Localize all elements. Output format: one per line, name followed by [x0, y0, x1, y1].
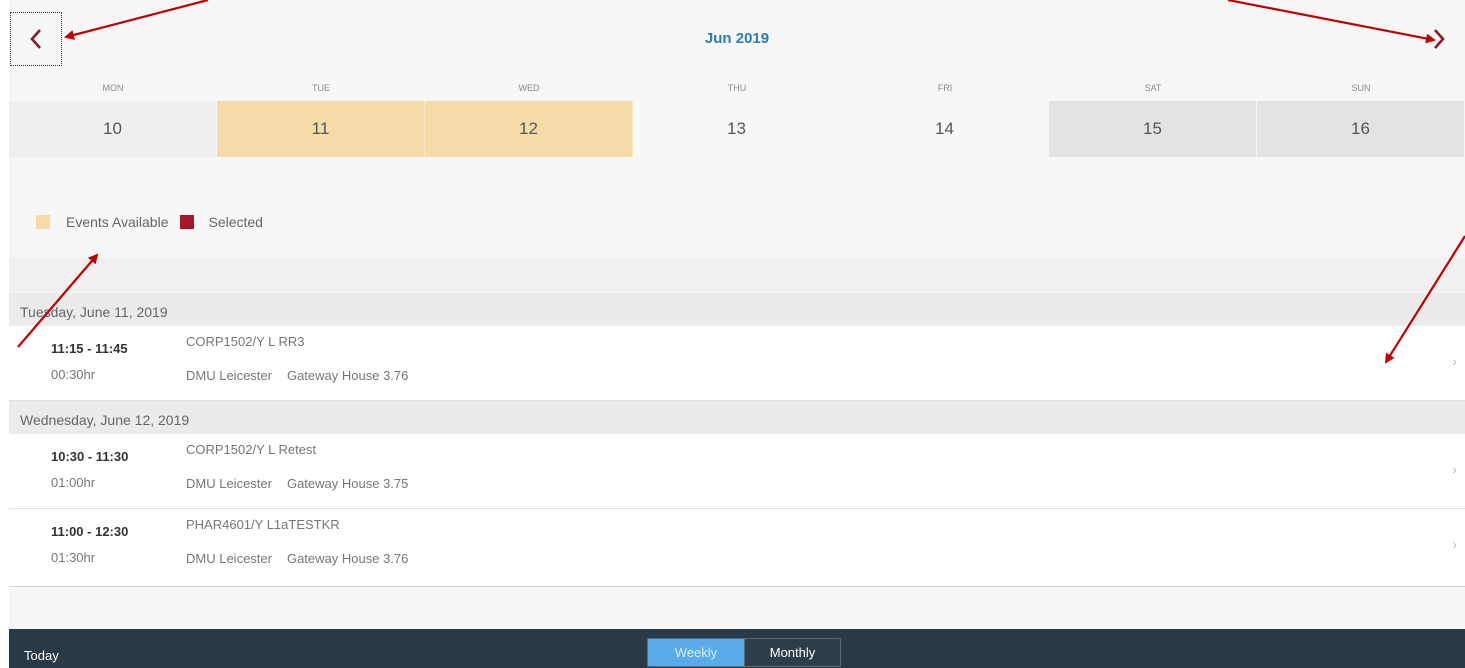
calendar-header: Jun 2019	[9, 0, 1465, 78]
selected-swatch	[180, 215, 195, 229]
day-cell-tue-events-available[interactable]: 11	[217, 101, 425, 157]
day-cell-sat[interactable]: 15	[1049, 101, 1257, 157]
next-week-button[interactable]	[1413, 12, 1465, 66]
event-campus: DMU Leicester	[186, 476, 272, 491]
chevron-right-icon: ›	[1452, 461, 1457, 477]
event-location: DMU Leicester Gateway House 3.75	[186, 476, 408, 491]
event-list: Tuesday, June 11, 2019 11:15 - 11:45 00:…	[9, 293, 1465, 587]
day-cell-thu[interactable]: 13	[633, 101, 841, 157]
monthly-view-button[interactable]: Monthly	[744, 639, 840, 666]
weekly-view-button[interactable]: Weekly	[648, 639, 744, 666]
event-time: 11:00 - 12:30	[51, 524, 129, 539]
day-cell-wed-events-available[interactable]: 12	[425, 101, 633, 157]
event-room: Gateway House 3.76	[286, 368, 409, 383]
calendar-app: Jun 2019 MON TUE WED THU FRI SAT SUN 10 …	[9, 0, 1465, 668]
event-title: CORP1502/Y L RR3	[186, 334, 305, 349]
day-cell-mon[interactable]: 10	[9, 101, 217, 157]
event-time: 10:30 - 11:30	[51, 449, 129, 464]
weekday-header-row: MON TUE WED THU FRI SAT SUN	[9, 83, 1465, 93]
weekday-label: TUE	[312, 83, 330, 93]
event-room: Gateway House 3.76	[286, 551, 409, 566]
month-title[interactable]: Jun 2019	[9, 30, 1465, 47]
today-button[interactable]: Today	[24, 648, 59, 663]
event-room: Gateway House 3.75	[286, 476, 409, 491]
event-location: DMU Leicester Gateway House 3.76	[186, 551, 408, 566]
weekday-label: SUN	[1351, 83, 1371, 93]
calendar-legend: Events Available Selected	[36, 214, 263, 230]
weekday-label: WED	[518, 83, 540, 93]
week-day-strip: 10 11 12 13 14 15 16	[9, 101, 1465, 157]
event-duration: 00:30hr	[51, 367, 96, 382]
event-duration: 01:30hr	[51, 550, 96, 565]
event-list-item[interactable]: 11:15 - 11:45 00:30hr CORP1502/Y L RR3 D…	[9, 326, 1465, 401]
date-group-header: Wednesday, June 12, 2019	[9, 401, 1465, 434]
event-list-item[interactable]: 11:00 - 12:30 01:30hr PHAR4601/Y L1aTEST…	[9, 509, 1465, 587]
event-title: CORP1502/Y L Retest	[186, 442, 317, 457]
footer-toolbar: Today Weekly Monthly	[9, 629, 1465, 668]
day-cell-fri[interactable]: 14	[841, 101, 1049, 157]
weekday-label: MON	[102, 83, 124, 93]
event-campus: DMU Leicester	[186, 551, 272, 566]
chevron-right-icon: ›	[1452, 536, 1457, 552]
event-list-item[interactable]: 10:30 - 11:30 01:00hr CORP1502/Y L Retes…	[9, 434, 1465, 509]
event-time: 11:15 - 11:45	[51, 341, 128, 356]
weekday-label: FRI	[937, 83, 953, 93]
event-title: PHAR4601/Y L1aTESTKR	[186, 517, 340, 532]
event-campus: DMU Leicester	[186, 368, 272, 383]
date-group-header: Tuesday, June 11, 2019	[9, 293, 1465, 326]
event-location: DMU Leicester Gateway House 3.76	[186, 368, 408, 383]
chevron-right-icon: ›	[1452, 353, 1457, 369]
chevron-right-icon	[1434, 29, 1445, 49]
weekday-label: SAT	[1144, 83, 1162, 93]
view-toggle: Weekly Monthly	[647, 638, 841, 667]
events-available-label: Events Available	[66, 214, 169, 230]
event-duration: 01:00hr	[51, 475, 96, 490]
selected-label: Selected	[208, 214, 263, 230]
weekday-label: THU	[727, 83, 747, 93]
divider-band	[9, 258, 1465, 292]
events-available-swatch	[36, 215, 50, 229]
day-cell-sun[interactable]: 16	[1257, 101, 1465, 157]
